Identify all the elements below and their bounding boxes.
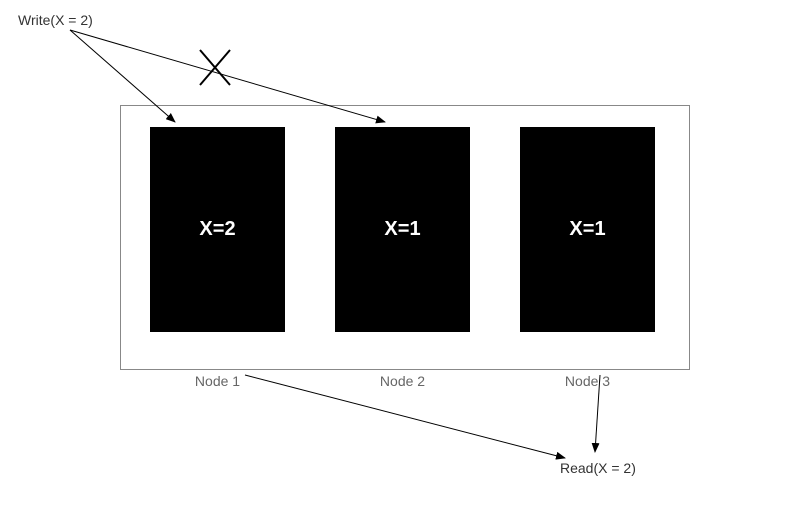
node-1-label: Node 1 — [150, 373, 285, 389]
node-3: X=1 — [520, 127, 655, 332]
node-2: X=1 — [335, 127, 470, 332]
node-2-value: X=1 — [384, 218, 420, 241]
node-3-label: Node 3 — [520, 373, 655, 389]
read-label: Read(X = 2) — [560, 460, 636, 476]
node-3-value: X=1 — [569, 218, 605, 241]
node-1-value: X=2 — [199, 218, 235, 241]
node-2-label: Node 2 — [335, 373, 470, 389]
node-1: X=2 — [150, 127, 285, 332]
write-label: Write(X = 2) — [18, 12, 93, 28]
